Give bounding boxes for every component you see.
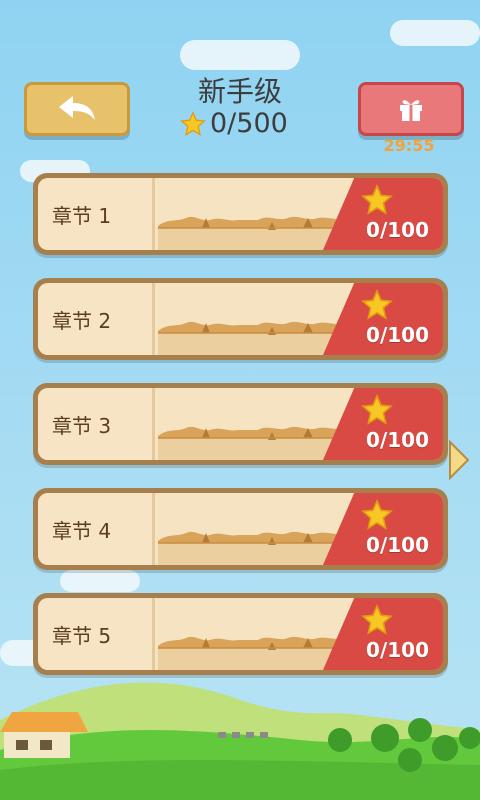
star-icon [361, 499, 393, 530]
page-title: 新手级 [197, 75, 282, 108]
chapter-card-inner: 章节 4 0/100 [38, 493, 443, 565]
chapter-card-4[interactable]: 章节 4 0/100 [33, 488, 448, 570]
chapter-card-1[interactable]: 章节 1 0/100 [33, 173, 448, 255]
chapter-card-inner: 章节 3 0/100 [38, 388, 443, 460]
chapter-label: 章节 3 [38, 388, 155, 460]
chapter-label: 章节 1 [38, 178, 155, 250]
stars-total-value: 0/500 [210, 108, 288, 139]
chapter-label: 章节 2 [38, 283, 155, 355]
chevron-right-icon[interactable] [448, 440, 470, 480]
cloud [390, 20, 480, 46]
chapter-card-3[interactable]: 章节 3 0/100 [33, 383, 448, 465]
star-icon [361, 289, 393, 320]
chapter-score: 0/100 [366, 428, 429, 452]
gift-icon [400, 100, 422, 121]
star-icon [361, 394, 393, 425]
chapter-card-inner: 章节 2 0/100 [38, 283, 443, 355]
stars-total: 0/500 [180, 108, 288, 139]
star-icon [361, 604, 393, 635]
back-arrow-icon [59, 96, 95, 120]
cloud [180, 40, 300, 70]
gift-timer: 29:55 [383, 136, 435, 155]
chapter-score: 0/100 [366, 218, 429, 242]
star-icon [361, 184, 393, 215]
star-icon [180, 110, 206, 136]
back-button[interactable] [24, 82, 130, 136]
chapter-score: 0/100 [366, 323, 429, 347]
chapter-score: 0/100 [366, 638, 429, 662]
cloud [60, 570, 140, 592]
chapter-card-2[interactable]: 章节 2 0/100 [33, 278, 448, 360]
chapter-score: 0/100 [366, 533, 429, 557]
gift-button[interactable] [358, 82, 464, 136]
chapter-label: 章节 4 [38, 493, 155, 565]
ground-scenery [0, 682, 480, 800]
chapter-card-inner: 章节 1 0/100 [38, 178, 443, 250]
